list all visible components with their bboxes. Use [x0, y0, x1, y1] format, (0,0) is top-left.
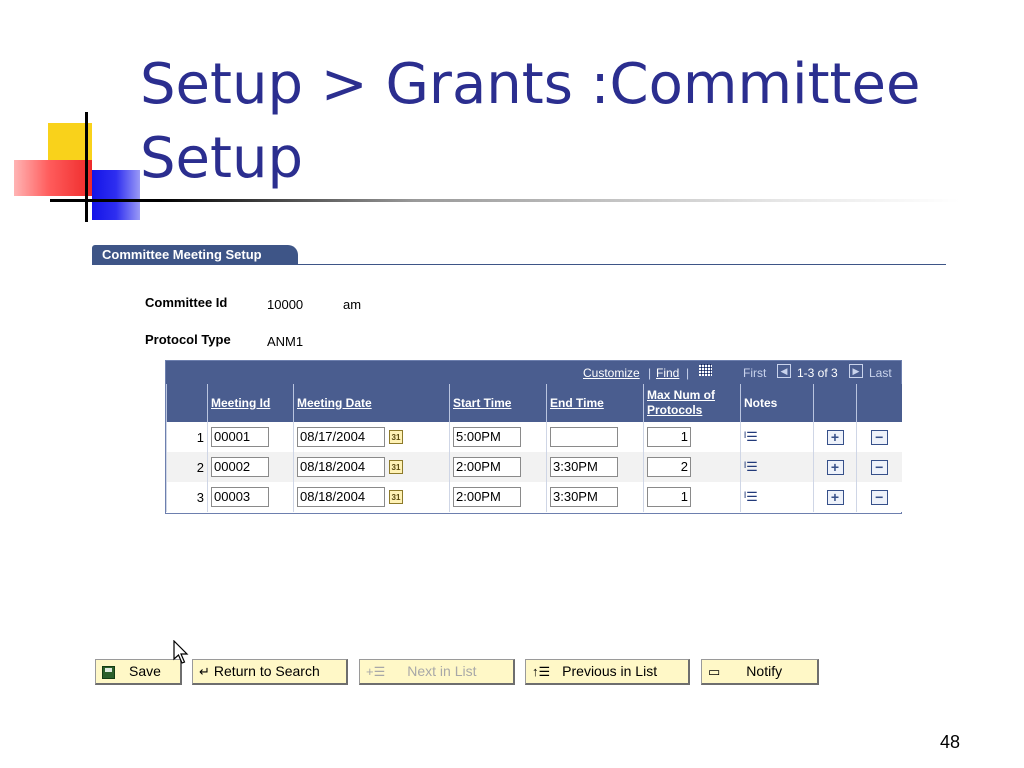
- end-time-input[interactable]: 3:30PM: [550, 487, 618, 507]
- table-header-row: Meeting Id Meeting Date Start Time End T…: [166, 384, 902, 422]
- page-number: 48: [940, 732, 961, 752]
- meeting-date-input[interactable]: 08/18/2004: [297, 457, 385, 477]
- calendar-icon[interactable]: 31: [389, 460, 403, 474]
- customize-link[interactable]: Customize: [583, 366, 640, 380]
- previous-in-list-label: Previous in List: [562, 663, 658, 679]
- row-number: 2: [166, 452, 208, 482]
- row-number: 1: [166, 422, 208, 452]
- separator: |: [648, 366, 652, 380]
- start-time-header[interactable]: Start Time: [449, 384, 547, 422]
- decor-red-square: [14, 160, 92, 196]
- row-range: 1-3 of 3: [797, 366, 838, 380]
- previous-in-list-button[interactable]: ↑☰ Previous in List: [525, 659, 690, 685]
- add-column-header: [813, 384, 857, 422]
- tab-committee-meeting-setup[interactable]: Committee Meeting Setup: [92, 245, 298, 265]
- meetings-table: Meeting Id Meeting Date Start Time End T…: [166, 384, 902, 512]
- last-link[interactable]: Last: [869, 366, 892, 380]
- save-disk-icon: [102, 665, 115, 679]
- separator: |: [686, 366, 690, 380]
- meeting-id-input[interactable]: 00001: [211, 427, 269, 447]
- meetings-grid: Customize | Find | First ◀ 1-3 of 3 ▶ La…: [165, 360, 902, 514]
- row-number: 3: [166, 482, 208, 512]
- committee-id-label: Committee Id: [145, 295, 228, 310]
- table-row: 2 00002 08/18/2004 31 2:00PM 3:30PM 2 ᴵ☰ …: [166, 452, 902, 482]
- calendar-icon[interactable]: 31: [389, 490, 403, 504]
- mouse-cursor-icon: [173, 640, 189, 664]
- end-time-header[interactable]: End Time: [546, 384, 644, 422]
- meeting-id-header[interactable]: Meeting Id: [207, 384, 294, 422]
- return-search-icon: ↵: [199, 664, 210, 680]
- return-to-search-label: Return to Search: [213, 663, 320, 679]
- delete-row-icon[interactable]: −: [870, 489, 888, 505]
- add-row-icon[interactable]: +: [826, 459, 844, 475]
- end-time-input[interactable]: 3:30PM: [550, 457, 618, 477]
- delete-row-icon[interactable]: −: [870, 429, 888, 445]
- notify-label: Notify: [746, 663, 783, 679]
- slide-title: Setup > Grants :Committee Setup: [140, 52, 921, 191]
- next-in-list-label: Next in List: [407, 663, 477, 679]
- next-list-icon: +☰: [366, 664, 386, 680]
- previous-list-icon: ↑☰: [532, 664, 551, 680]
- save-label: Save: [129, 663, 161, 679]
- row-number-header: [166, 384, 208, 422]
- notes-header: Notes: [740, 384, 814, 422]
- start-time-input[interactable]: 2:00PM: [453, 457, 521, 477]
- calendar-icon[interactable]: 31: [389, 430, 403, 444]
- decor-blue-square: [92, 170, 140, 220]
- max-protocols-input[interactable]: 2: [647, 457, 691, 477]
- decor-vertical-line: [85, 112, 88, 222]
- max-protocols-header[interactable]: Max Num of Protocols: [643, 384, 741, 422]
- grid-toolbar: Customize | Find | First ◀ 1-3 of 3 ▶ La…: [166, 361, 901, 384]
- notes-icon[interactable]: ᴵ☰: [744, 429, 758, 445]
- decor-horizontal-line: [50, 199, 960, 202]
- committee-id-suffix: am: [343, 297, 362, 312]
- meeting-id-input[interactable]: 00002: [211, 457, 269, 477]
- delete-row-icon[interactable]: −: [870, 459, 888, 475]
- table-row: 1 00001 08/17/2004 31 5:00PM 1 ᴵ☰ + −: [166, 422, 902, 452]
- protocol-type-label: Protocol Type: [145, 332, 231, 347]
- save-button[interactable]: Save: [95, 659, 182, 685]
- view-all-grid-icon[interactable]: [699, 364, 712, 376]
- notes-icon[interactable]: ᴵ☰: [744, 459, 758, 475]
- max-protocols-input[interactable]: 1: [647, 487, 691, 507]
- notify-icon: ▭: [708, 664, 721, 680]
- next-in-list-button[interactable]: +☰ Next in List: [359, 659, 515, 685]
- notify-button[interactable]: ▭ Notify: [701, 659, 819, 685]
- start-time-input[interactable]: 2:00PM: [453, 487, 521, 507]
- max-protocols-input[interactable]: 1: [647, 427, 691, 447]
- add-row-icon[interactable]: +: [826, 429, 844, 445]
- protocol-type-value: ANM1: [267, 334, 304, 349]
- return-to-search-button[interactable]: ↵ Return to Search: [192, 659, 348, 685]
- meeting-date-header[interactable]: Meeting Date: [293, 384, 450, 422]
- next-arrow-icon[interactable]: ▶: [849, 364, 863, 378]
- table-row: 3 00003 08/18/2004 31 2:00PM 3:30PM 1 ᴵ☰ …: [166, 482, 902, 512]
- add-row-icon[interactable]: +: [826, 489, 844, 505]
- find-link[interactable]: Find: [656, 366, 679, 380]
- committee-id-value: 10000: [267, 297, 304, 312]
- notes-icon[interactable]: ᴵ☰: [744, 489, 758, 505]
- meeting-date-input[interactable]: 08/17/2004: [297, 427, 385, 447]
- first-link[interactable]: First: [743, 366, 766, 380]
- tab-divider: [92, 264, 946, 265]
- previous-arrow-icon[interactable]: ◀: [777, 364, 791, 378]
- end-time-input[interactable]: [550, 427, 618, 447]
- delete-column-header: [856, 384, 902, 422]
- meeting-date-input[interactable]: 08/18/2004: [297, 487, 385, 507]
- meeting-id-input[interactable]: 00003: [211, 487, 269, 507]
- start-time-input[interactable]: 5:00PM: [453, 427, 521, 447]
